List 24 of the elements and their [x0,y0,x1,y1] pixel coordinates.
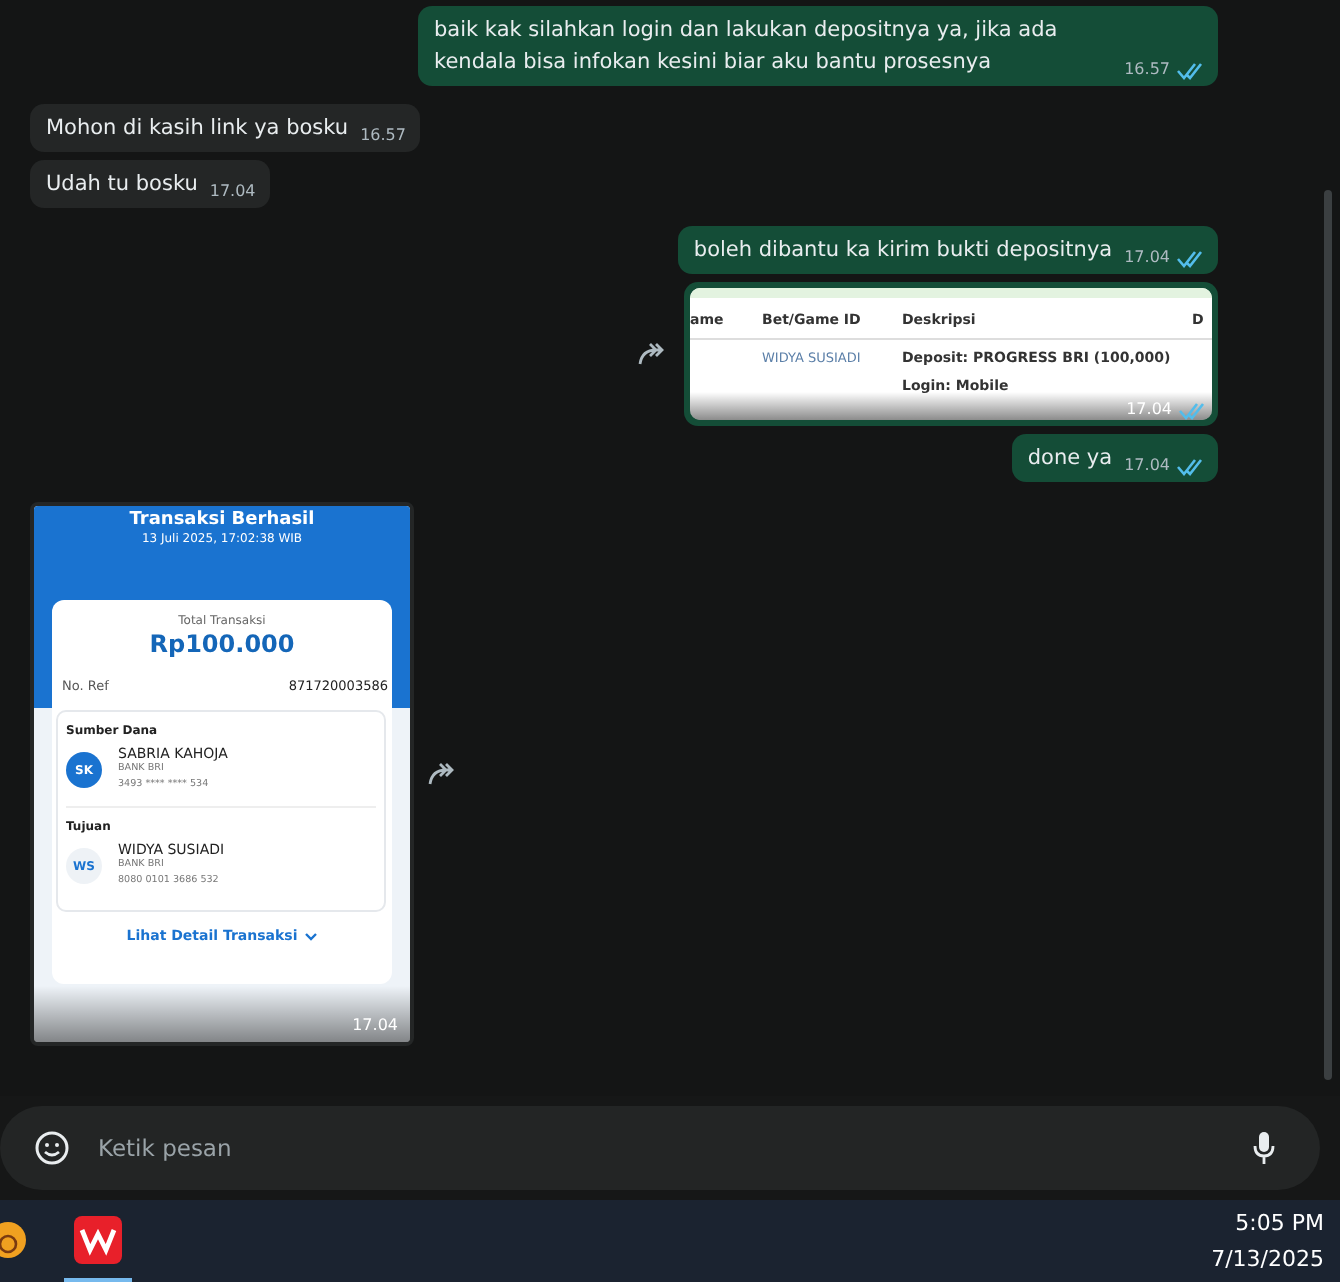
message-time: 17.04 [1126,398,1172,422]
message-text: Mohon di kasih link ya bosku [46,114,349,144]
message-time: 16.57 [360,124,406,148]
total-amount: Rp100.000 [147,630,297,658]
scrollbar[interactable] [1324,190,1332,1080]
message-text: Udah tu bosku [46,170,198,200]
message-time: 17.04 [352,1014,398,1038]
message-text: boleh dibantu ka kirim bukti depositnya [693,236,1113,266]
message-time: 17.04 [209,180,256,204]
message-text: done ya [1027,444,1113,474]
message-text: baik kak silahkan login dan lakukan depositnya ya, jika ada kendala bisa infokan kesini biar aku bantu prosesnya [434,16,1060,78]
composer-bar[interactable]: Ketik pesan [0,1106,1320,1190]
emoji-icon[interactable] [34,1130,70,1166]
message-time: 17.04 [1124,246,1170,270]
microphone-icon[interactable] [1252,1130,1276,1166]
chevron-down-icon [303,931,318,941]
message-time: 16.57 [1124,58,1170,82]
clock-date: 7/13/2025 [1211,1243,1324,1275]
clock-time: 5:05 PM [1233,1207,1324,1239]
message-time: 17.04 [1124,454,1170,478]
message-input[interactable]: Ketik pesan [94,1132,1228,1164]
clock[interactable]: 5:05 PM 7/13/2025 [1211,1205,1340,1277]
receipt-title: Transaksi Berhasil [127,508,317,532]
app-icon [74,1215,122,1263]
